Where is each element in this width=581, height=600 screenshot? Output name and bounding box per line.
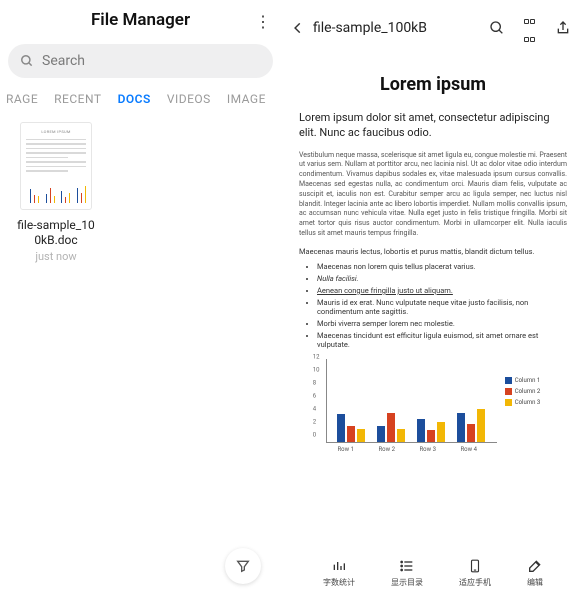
list-item: Maecenas non lorem quis tellus placerat … bbox=[317, 262, 567, 271]
file-time: just now bbox=[10, 250, 102, 263]
adapt-mobile-button[interactable]: 适应手机 bbox=[459, 557, 491, 588]
bottom-toolbar: 字数统计 显示目录 适应手机 编辑 bbox=[285, 547, 581, 600]
word-count-button[interactable]: 字数统计 bbox=[323, 557, 355, 588]
list-item: Mauris id ex erat. Nunc vulputate neque … bbox=[317, 298, 567, 316]
document-viewer-pane: file-sample_100kB Lorem ipsum Lorem ipsu… bbox=[281, 0, 581, 600]
phone-icon bbox=[459, 557, 491, 575]
grid-view-icon[interactable] bbox=[523, 10, 537, 46]
file-grid: LOREM IPSUM file-sample_10 0kB.doc just … bbox=[0, 114, 281, 271]
edit-button[interactable]: 编辑 bbox=[527, 557, 543, 588]
list-item: Morbi viverra semper lorem nec molestie. bbox=[317, 319, 567, 328]
tab-images[interactable]: IMAGE bbox=[227, 92, 266, 106]
list-item: Nulla facilisi. bbox=[317, 274, 567, 283]
search-placeholder: Search bbox=[42, 53, 85, 69]
file-name-line2: 0kB.doc bbox=[10, 233, 102, 248]
doc-paragraph: Vestibulum neque massa, scelerisque sit … bbox=[299, 151, 567, 239]
chart: 024681012 Row 1Row 2Row 3Row 4 Column 1C… bbox=[299, 359, 567, 453]
document-content[interactable]: Lorem ipsum Lorem ipsum dolor sit amet, … bbox=[285, 52, 581, 547]
list-item: Maecenas tincidunt est efficitur ligula … bbox=[317, 331, 567, 349]
tab-videos[interactable]: VIDEOS bbox=[167, 92, 211, 106]
share-icon[interactable] bbox=[555, 20, 571, 36]
edit-icon bbox=[527, 557, 543, 575]
chart-legend: Column 1Column 2Column 3 bbox=[505, 377, 541, 453]
file-manager-pane: File Manager ⋮ Search RAGE RECENT DOCS V… bbox=[0, 0, 281, 600]
doc-line: Maecenas mauris lectus, lobortis et puru… bbox=[299, 247, 567, 256]
tab-storage[interactable]: RAGE bbox=[6, 92, 38, 106]
doc-title: file-sample_100kB bbox=[313, 20, 471, 36]
more-icon[interactable]: ⋮ bbox=[255, 12, 271, 31]
search-icon bbox=[20, 54, 34, 68]
doc-subheading: Lorem ipsum dolor sit amet, consectetur … bbox=[299, 111, 567, 141]
file-name-line1: file-sample_10 bbox=[10, 218, 102, 233]
search-input[interactable]: Search bbox=[8, 44, 273, 78]
chart-x-labels: Row 1Row 2Row 3Row 4 bbox=[326, 446, 497, 453]
file-thumbnail: LOREM IPSUM bbox=[20, 122, 92, 210]
tab-docs[interactable]: DOCS bbox=[118, 92, 151, 106]
list-icon bbox=[391, 557, 423, 575]
doc-header: file-sample_100kB bbox=[285, 0, 581, 52]
category-tabs: RAGE RECENT DOCS VIDEOS IMAGE bbox=[0, 84, 281, 114]
back-icon[interactable] bbox=[291, 21, 305, 35]
file-item[interactable]: LOREM IPSUM file-sample_10 0kB.doc just … bbox=[10, 122, 102, 263]
fm-header: File Manager ⋮ bbox=[0, 0, 281, 38]
chart-plot-area: 024681012 bbox=[326, 359, 497, 443]
tab-recent[interactable]: RECENT bbox=[54, 92, 101, 106]
show-outline-button[interactable]: 显示目录 bbox=[391, 557, 423, 588]
list-item: Aenean congue fringilla justo ut aliquam… bbox=[317, 286, 567, 295]
search-doc-icon[interactable] bbox=[489, 20, 505, 36]
fm-title: File Manager bbox=[91, 10, 190, 30]
filter-button[interactable] bbox=[225, 548, 261, 584]
doc-bullet-list: Maecenas non lorem quis tellus placerat … bbox=[299, 262, 567, 349]
doc-heading: Lorem ipsum bbox=[299, 74, 567, 95]
bars-icon bbox=[323, 557, 355, 575]
